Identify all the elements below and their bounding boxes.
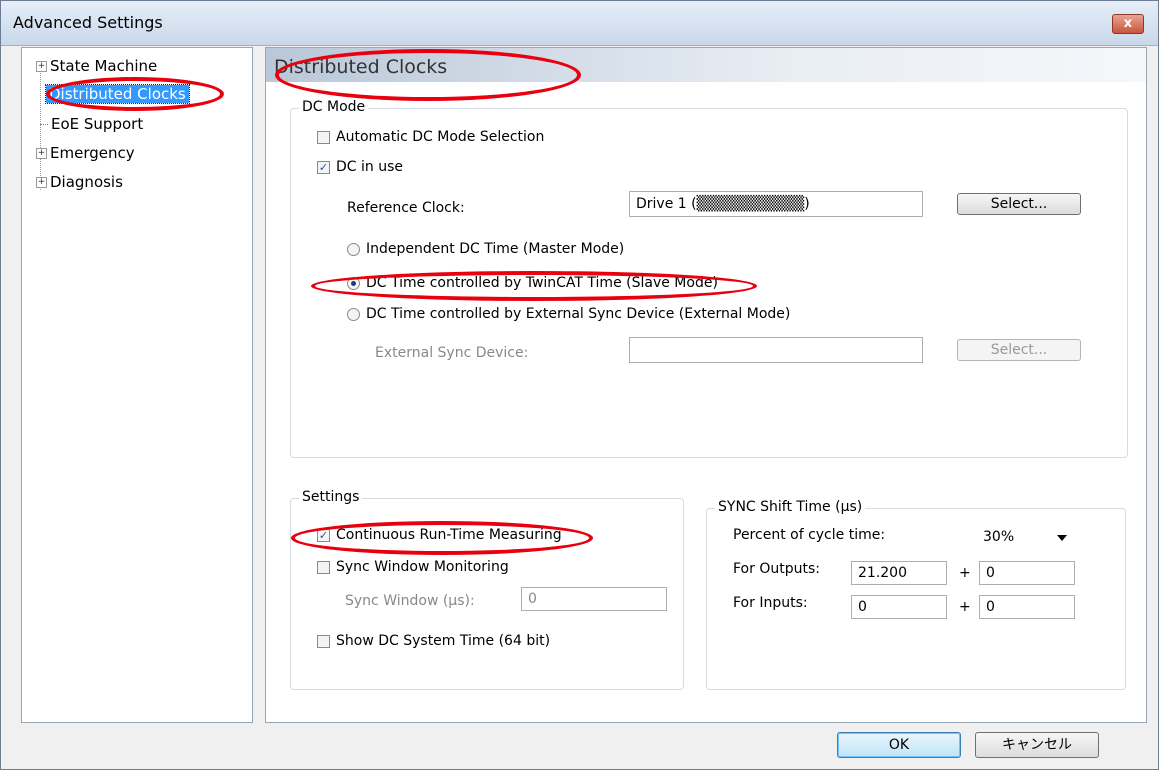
- settings-tree: + State Machine Distributed Clocks EoE Su…: [21, 47, 253, 723]
- panel-title: Distributed Clocks: [274, 56, 448, 78]
- reference-clock-label: Reference Clock:: [347, 200, 465, 216]
- ok-button[interactable]: OK: [837, 732, 961, 758]
- checkmark-icon[interactable]: ✓: [317, 528, 330, 542]
- sync-window-label: Sync Window (μs):: [345, 593, 475, 609]
- tree-item-label: Diagnosis: [50, 173, 123, 191]
- percent-of-cycle-dropdown[interactable]: 30%: [977, 524, 1073, 550]
- checkbox-label: Automatic DC Mode Selection: [336, 129, 545, 145]
- radio-label: Independent DC Time (Master Mode): [366, 241, 625, 257]
- expand-icon[interactable]: +: [36, 177, 47, 188]
- radio-circle-selected[interactable]: [347, 276, 360, 290]
- external-sync-device-label: External Sync Device:: [375, 345, 529, 361]
- settings-group: Settings ✓ Continuous Run-Time Measuring …: [290, 489, 684, 690]
- group-legend: SYNC Shift Time (μs): [715, 499, 866, 515]
- tree-item-label: State Machine: [50, 57, 158, 75]
- radio-circle[interactable]: [347, 307, 360, 321]
- group-legend: Settings: [299, 489, 363, 505]
- reference-clock-field[interactable]: Drive 1 (▒▒▒▒▒▒▒▒▒▒): [629, 191, 923, 217]
- checkmark-icon[interactable]: ✓: [317, 160, 330, 174]
- title-bar: Advanced Settings x: [1, 1, 1158, 46]
- tree-item-eoe-support[interactable]: EoE Support: [40, 112, 143, 136]
- twincat-time-radio[interactable]: DC Time controlled by TwinCAT Time (Slav…: [347, 275, 718, 291]
- external-sync-device-radio[interactable]: DC Time controlled by External Sync Devi…: [347, 306, 790, 322]
- close-button[interactable]: x: [1112, 14, 1144, 34]
- expand-icon[interactable]: +: [36, 61, 47, 72]
- external-sync-select-button[interactable]: Select...: [957, 339, 1081, 361]
- automatic-dc-mode-checkbox[interactable]: Automatic DC Mode Selection: [317, 129, 544, 145]
- reference-clock-select-button[interactable]: Select...: [957, 193, 1081, 215]
- tree-item-label: EoE Support: [51, 115, 144, 133]
- for-outputs-field[interactable]: 21.200: [851, 561, 947, 585]
- external-sync-device-field[interactable]: [629, 337, 923, 363]
- independent-dc-time-radio[interactable]: Independent DC Time (Master Mode): [347, 241, 624, 257]
- cancel-button[interactable]: キャンセル: [975, 732, 1099, 758]
- tree-item-label: Emergency: [50, 144, 135, 162]
- radio-label: DC Time controlled by External Sync Devi…: [366, 306, 791, 322]
- checkbox-label: Continuous Run-Time Measuring: [336, 527, 562, 543]
- plus-sign: +: [959, 599, 971, 615]
- group-legend: DC Mode: [299, 99, 369, 115]
- window-title: Advanced Settings: [13, 13, 163, 32]
- tree-item-label: Distributed Clocks: [45, 84, 190, 104]
- radio-circle[interactable]: [347, 242, 360, 256]
- dc-in-use-checkbox[interactable]: ✓ DC in use: [317, 159, 403, 175]
- for-inputs-offset-field[interactable]: 0: [979, 595, 1075, 619]
- tree-item-diagnosis[interactable]: + Diagnosis: [36, 170, 123, 194]
- checkbox-box[interactable]: [317, 130, 330, 144]
- expand-icon[interactable]: +: [36, 148, 47, 159]
- continuous-runtime-measuring-checkbox[interactable]: ✓ Continuous Run-Time Measuring: [317, 527, 562, 543]
- plus-sign: +: [959, 565, 971, 581]
- checkbox-label: Show DC System Time (64 bit): [336, 633, 551, 649]
- for-inputs-label: For Inputs:: [733, 595, 808, 611]
- sync-window-field[interactable]: 0: [521, 587, 667, 611]
- checkbox-box[interactable]: [317, 560, 330, 574]
- tree-dash: [40, 124, 48, 125]
- dropdown-value: 30%: [983, 529, 1015, 545]
- show-dc-system-time-checkbox[interactable]: Show DC System Time (64 bit): [317, 633, 550, 649]
- percent-of-cycle-label: Percent of cycle time:: [733, 527, 886, 543]
- for-inputs-field[interactable]: 0: [851, 595, 947, 619]
- sync-window-monitoring-checkbox[interactable]: Sync Window Monitoring: [317, 559, 509, 575]
- sync-shift-time-group: SYNC Shift Time (μs) Percent of cycle ti…: [706, 499, 1126, 690]
- advanced-settings-dialog: Advanced Settings x + State Machine Distr…: [0, 0, 1159, 770]
- checkbox-label: Sync Window Monitoring: [336, 559, 509, 575]
- for-outputs-offset-field[interactable]: 0: [979, 561, 1075, 585]
- checkbox-box[interactable]: [317, 634, 330, 648]
- tree-item-distributed-clocks[interactable]: Distributed Clocks: [45, 82, 190, 106]
- panel-header: Distributed Clocks: [266, 48, 1146, 82]
- tree-item-state-machine[interactable]: + State Machine: [36, 54, 157, 78]
- chevron-down-icon[interactable]: [1057, 535, 1067, 541]
- distributed-clocks-panel: Distributed Clocks DC Mode Automatic DC …: [265, 47, 1147, 723]
- dc-mode-group: DC Mode Automatic DC Mode Selection ✓ DC …: [290, 99, 1128, 458]
- tree-item-emergency[interactable]: + Emergency: [36, 141, 135, 165]
- for-outputs-label: For Outputs:: [733, 561, 820, 577]
- radio-label: DC Time controlled by TwinCAT Time (Slav…: [366, 275, 718, 291]
- checkbox-label: DC in use: [336, 159, 403, 175]
